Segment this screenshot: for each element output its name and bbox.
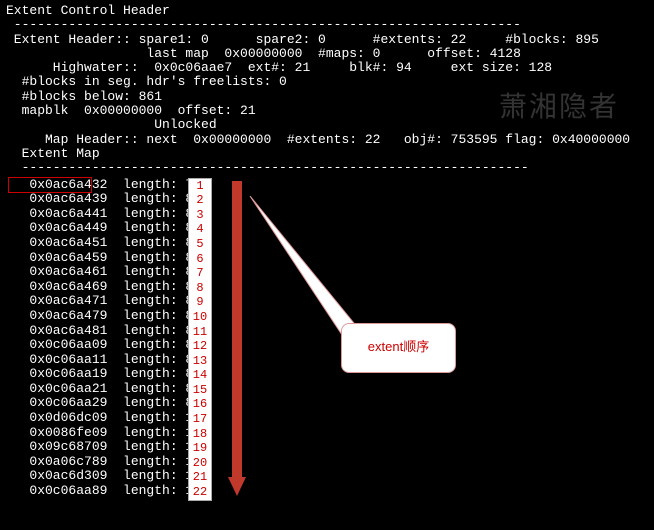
extent-row: 0x0ac6a441 length: 8	[6, 207, 648, 222]
hdr-line: last map 0x00000000 #maps: 0 offset: 412…	[6, 47, 648, 61]
sequence-number: 13	[189, 354, 211, 369]
extent-row: 0x0ac6a469 length: 8	[6, 280, 648, 295]
hdr-line: #blocks in seg. hdr's freelists: 0	[6, 75, 648, 89]
divider: ----------------------------------------…	[6, 161, 648, 175]
sequence-number: 11	[189, 325, 211, 340]
sequence-number: 15	[189, 383, 211, 398]
sequence-number: 7	[189, 266, 211, 281]
extent-row: 0x0ac6d309 length: 128	[6, 469, 648, 484]
sequence-number: 21	[189, 470, 211, 485]
sequence-number: 3	[189, 208, 211, 223]
sequence-number: 8	[189, 281, 211, 296]
hdr-line: Unlocked	[6, 118, 648, 132]
annotation-callout: extent顺序	[341, 323, 456, 373]
extent-row: 0x0c06aa21 length: 8	[6, 382, 648, 397]
sequence-number: 22	[189, 485, 211, 500]
sequence-number: 17	[189, 412, 211, 427]
extent-row: 0x0ac6a461 length: 8	[6, 265, 648, 280]
sequence-number: 4	[189, 222, 211, 237]
extent-row: 0x09c68709 length: 128	[6, 440, 648, 455]
hdr-line: Highwater:: 0x0c06aae7 ext#: 21 blk#: 94…	[6, 61, 648, 75]
sequence-number: 16	[189, 397, 211, 412]
annotation-label: extent顺序	[368, 340, 429, 354]
extent-row: 0x0a06c789 length: 128	[6, 455, 648, 470]
extent-row: 0x0c06aa89 length: 128	[6, 484, 648, 499]
hdr-line: #blocks below: 861	[6, 90, 648, 104]
sequence-number: 10	[189, 310, 211, 325]
sequence-number: 12	[189, 339, 211, 354]
extent-row: 0x0c06aa29 length: 8	[6, 396, 648, 411]
sequence-number: 2	[189, 193, 211, 208]
hdr-line: mapblk 0x00000000 offset: 21	[6, 104, 648, 118]
extent-row: 0x0ac6a459 length: 8	[6, 251, 648, 266]
extent-row: 0x0d06dc09 length: 128	[6, 411, 648, 426]
sequence-number: 9	[189, 295, 211, 310]
extent-row: 0x0c06aa11 length: 8	[6, 353, 648, 368]
extent-row: 0x0ac6a479 length: 8	[6, 309, 648, 324]
extent-row: 0x0ac6a449 length: 8	[6, 221, 648, 236]
extent-row: 0x0ac6a439 length: 8	[6, 192, 648, 207]
extent-row: 0x0c06aa19 length: 8	[6, 367, 648, 382]
extent-row: 0x0ac6a432 length: 7	[6, 178, 648, 193]
sequence-number: 14	[189, 368, 211, 383]
sequence-number: 1	[189, 179, 211, 194]
sequence-number: 5	[189, 237, 211, 252]
extent-row: 0x0ac6a471 length: 8	[6, 294, 648, 309]
sequence-column: 12345678910111213141516171819202122	[188, 178, 212, 501]
section-title: Extent Control Header	[6, 4, 648, 18]
sequence-number: 19	[189, 441, 211, 456]
extent-row: 0x0c06aa09 length: 8	[6, 338, 648, 353]
extent-map-block: 12345678910111213141516171819202122 exte…	[6, 178, 648, 499]
hdr-line: Map Header:: next 0x00000000 #extents: 2…	[6, 133, 648, 147]
sequence-number: 6	[189, 252, 211, 267]
extent-row: 0x0086fe09 length: 128	[6, 426, 648, 441]
extent-row: 0x0ac6a481 length: 8	[6, 324, 648, 339]
extent-row: 0x0ac6a451 length: 8	[6, 236, 648, 251]
sequence-number: 18	[189, 427, 211, 442]
sequence-number: 20	[189, 456, 211, 471]
map-label: Extent Map	[6, 147, 648, 161]
hdr-line: Extent Header:: spare1: 0 spare2: 0 #ext…	[6, 33, 648, 47]
divider: ----------------------------------------…	[6, 18, 648, 32]
